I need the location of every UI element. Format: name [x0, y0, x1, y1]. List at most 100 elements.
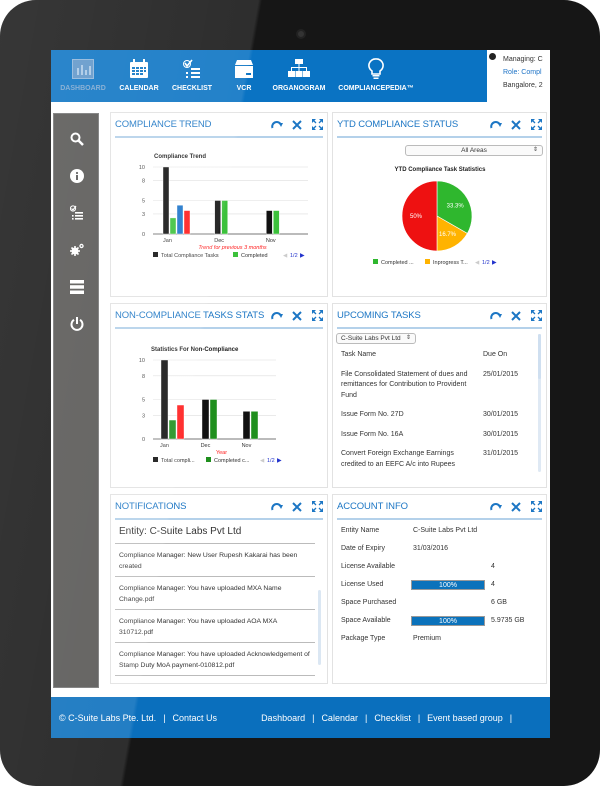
sidebar-checklist[interactable] [54, 198, 100, 232]
table-row[interactable]: File Consolidated Statement of dues and … [341, 370, 531, 402]
nav-checklist[interactable]: CHECKLIST [163, 50, 221, 102]
refresh-icon[interactable] [490, 119, 502, 131]
sidebar-info[interactable] [54, 161, 100, 195]
task-due: 30/01/2015 [483, 430, 519, 438]
refresh-icon[interactable] [490, 501, 502, 513]
nav-calendar[interactable]: CALENDAR [115, 50, 163, 102]
nav-calendar-label: CALENDAR [119, 85, 159, 92]
widget-title: COMPLIANCE TREND [115, 119, 212, 130]
license-used-label: License Used [341, 581, 384, 588]
sidebar-search[interactable] [54, 124, 100, 158]
expand-icon[interactable] [530, 310, 542, 322]
close-icon[interactable] [510, 119, 522, 131]
x-tick-label: Nov [242, 443, 252, 449]
expand-icon[interactable] [311, 119, 323, 131]
expand-icon[interactable] [311, 310, 323, 322]
nav-compliancepedia-label: COMPLIANCEPEDIA™ [338, 85, 414, 92]
scrollbar-thumb[interactable] [538, 334, 541, 379]
table-row[interactable]: Convert Foreign Exchange Earnings credit… [341, 449, 531, 470]
entity-select[interactable]: C-Suite Labs Pvt Ltd ⇕ [336, 333, 416, 344]
role-link[interactable]: Role: Compl [493, 66, 550, 79]
legend-label: Total compli... [161, 458, 195, 464]
bar-completed [221, 200, 228, 235]
chart-title: Compliance Trend [154, 154, 206, 160]
legend-page-label: 1/2 [482, 260, 490, 266]
x-tick-label: Dec [201, 443, 211, 449]
close-icon[interactable] [510, 310, 522, 322]
table-row[interactable]: Issue Form No. 16A 30/01/2015 [341, 430, 531, 441]
close-icon[interactable] [291, 119, 303, 131]
compliance-trend-chart: Compliance Trend 0 3 5 8 10 Jan Dec NovTrend for… [139, 154, 308, 259]
close-icon[interactable] [291, 501, 303, 513]
widget-header: NON-COMPLIANCE TASKS STATS [115, 304, 323, 329]
space-available-progress: 100% [411, 616, 485, 626]
nav-organogram[interactable]: ORGANOGRAM [267, 50, 331, 102]
table-header: Task Name Due On [341, 350, 531, 361]
sidebar-settings[interactable] [54, 235, 100, 269]
select-arrow-icon: ⇕ [405, 335, 411, 341]
expand-icon[interactable] [311, 501, 323, 513]
nav-vcr-label: VCR [236, 85, 252, 92]
nav-checklist-label: CHECKLIST [171, 85, 213, 92]
notification-entity: Entity: C-Suite Labs Pvt Ltd [119, 526, 242, 537]
widget-title: YTD COMPLIANCE STATUS [337, 119, 459, 130]
notifications-scrollbar[interactable] [318, 590, 321, 665]
bar-total-compli [160, 359, 169, 440]
widget-header: COMPLIANCE TREND [115, 113, 323, 138]
refresh-icon[interactable] [271, 119, 283, 131]
space-purchased-label: Space Purchased [341, 599, 397, 606]
calendar-icon [127, 58, 151, 80]
footer-link-event-based-group[interactable]: Event based group [427, 713, 503, 723]
nav-compliancepedia[interactable]: COMPLIANCEPEDIA™ [331, 50, 421, 102]
refresh-icon[interactable] [271, 501, 283, 513]
close-icon[interactable] [291, 310, 303, 322]
task-name: File Consolidated Statement of dues and … [341, 370, 468, 399]
expand-icon[interactable] [530, 119, 542, 131]
user-profile[interactable]: Managing: C Role: Compl Bangalore, 2 [487, 50, 550, 102]
sidebar-logout[interactable] [54, 309, 100, 343]
footer-link-dashboard[interactable]: Dashboard [261, 713, 305, 723]
widget-header: ACCOUNT INFO [337, 495, 542, 520]
legend-next-icon: ▶ [492, 260, 497, 266]
nav-vcr[interactable]: VCR [221, 50, 267, 102]
refresh-icon[interactable] [490, 310, 502, 322]
footer-link-checklist[interactable]: Checklist [374, 713, 411, 723]
notifications-widget: NOTIFICATIONS Entity: C-Suite Labs Pvt L… [110, 494, 328, 684]
account-row-entity: Entity Name C-Suite Labs Pvt Ltd [341, 527, 541, 545]
legend-prev-icon: ◀ [283, 253, 288, 259]
bar-total-compliance-tasks [266, 210, 273, 235]
task-due: 31/01/2015 [483, 450, 519, 457]
contact-us-link[interactable]: Contact Us [173, 713, 218, 723]
separator: | [163, 712, 166, 723]
pie-slice-label: 50% [410, 214, 423, 220]
legend-swatch [425, 259, 430, 264]
legend-label: Inprogress T... [433, 260, 468, 266]
refresh-icon[interactable] [271, 310, 283, 322]
table-row[interactable]: Issue Form No. 27D 30/01/2015 [341, 410, 531, 421]
upcoming-tasks-table: Task Name Due On File Consolidated State… [341, 350, 531, 479]
sidebar-menu[interactable] [54, 272, 100, 306]
notification-item[interactable]: Compliance Manager: New User Rupesh Kaka… [115, 543, 315, 576]
close-icon[interactable] [510, 501, 522, 513]
expand-icon[interactable] [530, 501, 542, 513]
non-compliance-widget: NON-COMPLIANCE TASKS STATS Statistics Fo… [110, 303, 328, 488]
bar-total-compli [201, 399, 210, 440]
nav-dashboard[interactable]: DASHBOARD [51, 50, 115, 102]
notification-item[interactable]: Compliance Manager: You have uploaded MX… [115, 576, 315, 609]
notification-item[interactable]: Compliance Manager: You have uploaded AO… [115, 609, 315, 642]
notification-item[interactable]: Compliance Manager: You have uploaded Ac… [115, 642, 315, 676]
bar-completed-c [209, 399, 218, 440]
widget-title: NOTIFICATIONS [115, 501, 187, 512]
package-type-value: Premium [413, 635, 442, 642]
bar-series-3 [176, 404, 185, 440]
task-name: Convert Foreign Exchange Earnings credit… [341, 450, 456, 468]
account-row-space-available: Space Available 100% 5.9735 GB [341, 616, 541, 635]
tasks-scrollbar[interactable] [538, 334, 541, 472]
y-tick-label: 8 [142, 374, 145, 380]
x-tick-label: Nov [266, 238, 276, 244]
search-icon [70, 132, 84, 151]
legend-page-label: 1/2 [290, 253, 298, 259]
y-tick-label: 0 [142, 232, 145, 238]
legend-page-label: 1/2 [267, 458, 275, 464]
footer-link-calendar[interactable]: Calendar [321, 713, 358, 723]
